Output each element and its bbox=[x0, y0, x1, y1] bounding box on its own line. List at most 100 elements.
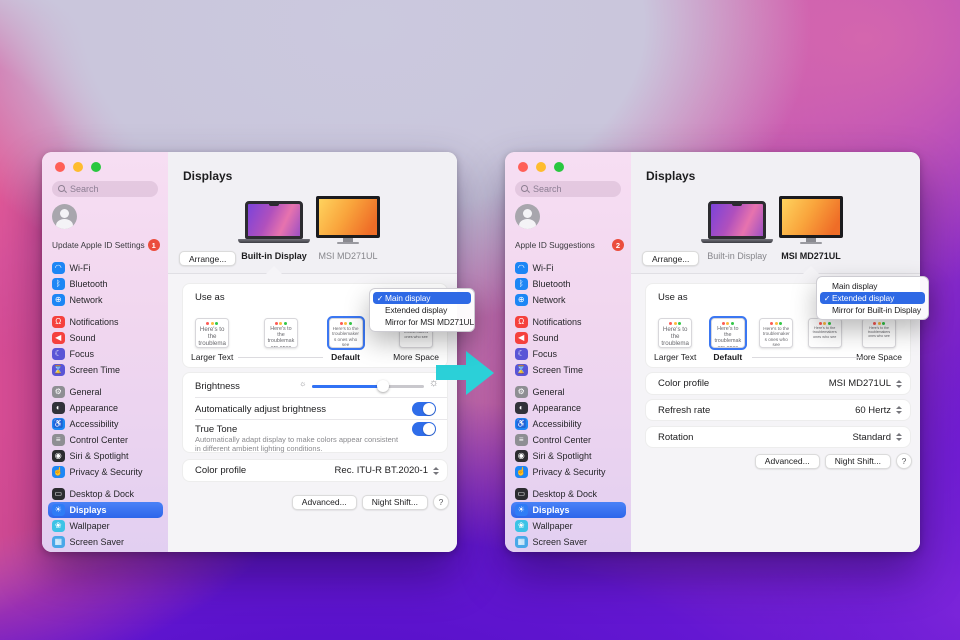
resolution-option[interactable]: Here's to the troublemakers ones who see bbox=[808, 318, 842, 362]
sidebar-item-network[interactable]: ⊕Network bbox=[48, 292, 163, 308]
use-as-dropdown-menu: Main display✓Extended displayMirror for … bbox=[816, 276, 929, 320]
resolution-option-larger-text[interactable]: Here's to the troublemakers ones who see… bbox=[191, 318, 233, 362]
resolution-thumbnail[interactable]: Here's to the troublemakers ones who see bbox=[862, 318, 896, 348]
menu-item-mirror-for-msi-md271ul[interactable]: Mirror for MSI MD271UL bbox=[373, 316, 471, 328]
sidebar-item-focus[interactable]: ☾Focus bbox=[48, 346, 163, 362]
sidebar-item-notifications[interactable]: ΩNotifications bbox=[511, 314, 626, 330]
sidebar-item-label: General bbox=[533, 387, 565, 397]
slider-fill bbox=[312, 385, 383, 388]
help-button[interactable]: ? bbox=[896, 453, 912, 469]
sidebar-item-control-center[interactable]: ≡Control Center bbox=[48, 432, 163, 448]
sidebar-item-bluetooth[interactable]: ᛒBluetooth bbox=[511, 276, 626, 292]
true-tone-toggle[interactable] bbox=[412, 422, 436, 436]
external-display-name[interactable]: MSI MD271UL bbox=[761, 251, 861, 261]
resolution-option-default[interactable]: Here's to the troublemakers ones who see… bbox=[711, 318, 745, 362]
sidebar-item-network[interactable]: ⊕Network bbox=[511, 292, 626, 308]
sidebar-item-desktop-dock[interactable]: ▭Desktop & Dock bbox=[48, 486, 163, 502]
sidebar-item-general[interactable]: ⚙General bbox=[48, 384, 163, 400]
sidebar-item-notifications[interactable]: ΩNotifications bbox=[48, 314, 163, 330]
resolution-thumbnail[interactable]: Here's to the troublemakers ones who see bbox=[195, 318, 229, 348]
resolution-thumbnail[interactable]: Here's to the troublemakers ones who see bbox=[711, 318, 745, 348]
night-shift-button[interactable]: Night Shift... bbox=[825, 454, 891, 469]
sidebar-item-appearance[interactable]: ◐Appearance bbox=[48, 400, 163, 416]
advanced-button[interactable]: Advanced... bbox=[292, 495, 357, 510]
sidebar-item-desktop-dock[interactable]: ▭Desktop & Dock bbox=[511, 486, 626, 502]
sidebar-item-screen-time[interactable]: ⌛Screen Time bbox=[511, 362, 626, 378]
resolution-option-more-space[interactable]: Here's to the troublemakers ones who see… bbox=[856, 318, 902, 362]
advanced-button[interactable]: Advanced... bbox=[755, 454, 820, 469]
rotation-label: Rotation bbox=[658, 432, 693, 443]
menu-item-mirror-for-built-in-display[interactable]: Mirror for Built-in Display bbox=[820, 304, 925, 316]
sidebar-item-screen-time[interactable]: ⌛Screen Time bbox=[48, 362, 163, 378]
sidebar-item-wi-fi[interactable]: ◠Wi-Fi bbox=[511, 260, 626, 276]
sidebar-item-displays[interactable]: ☀Displays bbox=[48, 502, 163, 518]
zoom-button[interactable] bbox=[91, 162, 101, 172]
avatar[interactable] bbox=[515, 204, 540, 229]
menu-item-extended-display[interactable]: ✓Extended display bbox=[820, 292, 925, 304]
sidebar-item-wi-fi[interactable]: ◠Wi-Fi bbox=[48, 260, 163, 276]
search-input[interactable]: Search bbox=[52, 181, 158, 197]
sidebar-item-displays[interactable]: ☀Displays bbox=[511, 502, 626, 518]
built-in-display-thumbnail[interactable] bbox=[238, 201, 310, 245]
color-profile-popup[interactable]: MSI MD271UL bbox=[829, 378, 902, 389]
sidebar-item-privacy-security[interactable]: ☝Privacy & Security bbox=[511, 464, 626, 480]
sidebar-item-wallpaper[interactable]: ❀Wallpaper bbox=[48, 518, 163, 534]
sidebar-item-general[interactable]: ⚙General bbox=[511, 384, 626, 400]
external-display-thumbnail[interactable] bbox=[314, 196, 382, 246]
rotation-popup[interactable]: Standard bbox=[852, 432, 902, 443]
checkmark-icon: ✓ bbox=[822, 294, 832, 303]
apple-id-row[interactable]: Apple ID Suggestions 2 bbox=[515, 239, 624, 251]
close-button[interactable] bbox=[55, 162, 65, 172]
sidebar-item-label: Privacy & Security bbox=[70, 467, 143, 477]
sidebar-item-screen-saver[interactable]: ▦Screen Saver bbox=[511, 534, 626, 550]
brightness-slider[interactable] bbox=[312, 380, 424, 392]
zoom-button[interactable] bbox=[554, 162, 564, 172]
sidebar-item-screen-saver[interactable]: ▦Screen Saver bbox=[48, 534, 163, 550]
dock-icon: ▭ bbox=[52, 488, 65, 501]
auto-brightness-toggle[interactable] bbox=[412, 402, 436, 416]
sidebar-item-focus[interactable]: ☾Focus bbox=[511, 346, 626, 362]
sidebar-item-wallpaper[interactable]: ❀Wallpaper bbox=[511, 518, 626, 534]
sidebar-item-sound[interactable]: ◀Sound bbox=[511, 330, 626, 346]
resolution-option[interactable]: Here's to the troublemakers ones who see bbox=[264, 318, 298, 362]
apple-id-row[interactable]: Update Apple ID Settings 1 bbox=[52, 239, 161, 251]
minimize-button[interactable] bbox=[536, 162, 546, 172]
resolution-thumbnail[interactable]: Here's to the troublemakers ones who see bbox=[759, 318, 793, 348]
refresh-rate-popup[interactable]: 60 Hertz bbox=[855, 405, 902, 416]
night-shift-button[interactable]: Night Shift... bbox=[362, 495, 428, 510]
monitor-foot bbox=[337, 242, 359, 244]
resolution-option[interactable]: Here's to the troublemakers ones who see bbox=[759, 318, 793, 362]
external-display-name[interactable]: MSI MD271UL bbox=[298, 251, 398, 261]
resolution-option-default[interactable]: Here's to the troublemakers ones who see… bbox=[329, 318, 363, 362]
sidebar-item-siri-spotlight[interactable]: ◉Siri & Spotlight bbox=[511, 448, 626, 464]
thumbnail-sample-text: Here's to the troublemakers ones who see bbox=[809, 326, 841, 340]
resolution-connector-line bbox=[752, 357, 861, 358]
menu-item-main-display[interactable]: Main display bbox=[820, 280, 925, 292]
avatar[interactable] bbox=[52, 204, 77, 229]
help-button[interactable]: ? bbox=[433, 494, 449, 510]
close-button[interactable] bbox=[518, 162, 528, 172]
sidebar-item-accessibility[interactable]: ♿Accessibility bbox=[511, 416, 626, 432]
sidebar-item-privacy-security[interactable]: ☝Privacy & Security bbox=[48, 464, 163, 480]
sidebar-item-control-center[interactable]: ≡Control Center bbox=[511, 432, 626, 448]
resolution-thumbnail[interactable]: Here's to the troublemakers ones who see bbox=[329, 318, 363, 348]
menu-item-extended-display[interactable]: Extended display bbox=[373, 304, 471, 316]
sidebar-nav: ◠Wi-FiᛒBluetooth⊕Network ΩNotifications◀S… bbox=[511, 260, 626, 552]
sidebar-item-bluetooth[interactable]: ᛒBluetooth bbox=[48, 276, 163, 292]
search-input[interactable]: Search bbox=[515, 181, 621, 197]
external-display-thumbnail[interactable] bbox=[777, 196, 845, 246]
sidebar-item-siri-spotlight[interactable]: ◉Siri & Spotlight bbox=[48, 448, 163, 464]
sidebar-item-accessibility[interactable]: ♿Accessibility bbox=[48, 416, 163, 432]
sidebar-item-sound[interactable]: ◀Sound bbox=[48, 330, 163, 346]
built-in-display-thumbnail[interactable] bbox=[701, 201, 773, 245]
resolution-thumbnail[interactable]: Here's to the troublemakers ones who see bbox=[264, 318, 298, 348]
sidebar-item-appearance[interactable]: ◐Appearance bbox=[511, 400, 626, 416]
resolution-thumbnail[interactable]: Here's to the troublemakers ones who see bbox=[658, 318, 692, 348]
minimize-button[interactable] bbox=[73, 162, 83, 172]
resolution-option-larger-text[interactable]: Here's to the troublemakers ones who see… bbox=[654, 318, 696, 362]
sidebar-item-label: Accessibility bbox=[70, 419, 119, 429]
color-profile-popup[interactable]: Rec. ITU-R BT.2020-1 bbox=[335, 465, 439, 476]
slider-knob[interactable] bbox=[377, 380, 389, 392]
resolution-thumbnail[interactable]: Here's to the troublemakers ones who see bbox=[808, 318, 842, 348]
menu-item-main-display[interactable]: ✓Main display bbox=[373, 292, 471, 304]
